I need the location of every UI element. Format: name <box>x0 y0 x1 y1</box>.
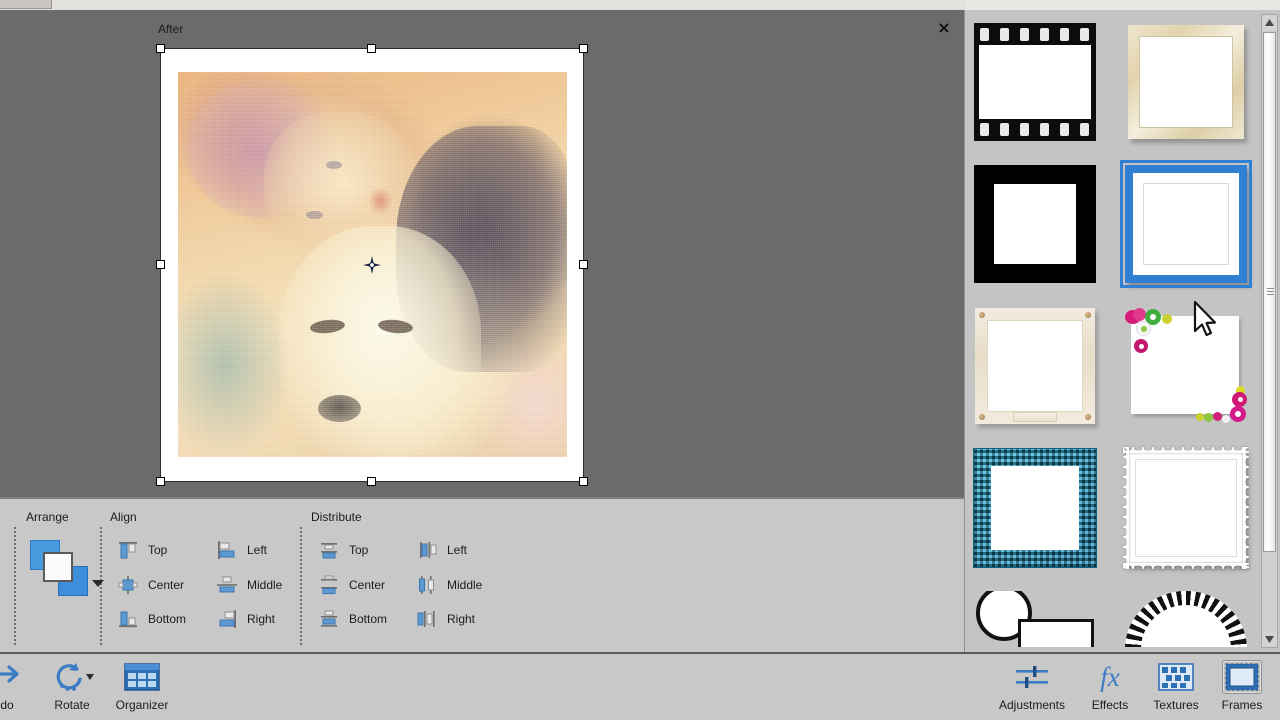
radial-burst-frame-icon <box>1125 591 1247 647</box>
align-middle-label: Middle <box>247 578 283 592</box>
organizer-grid-icon <box>105 658 179 696</box>
resize-handle-bottom-left[interactable] <box>156 477 165 486</box>
organizer-label: Organizer <box>115 698 169 712</box>
scroll-up-arrow-icon[interactable] <box>1262 15 1277 30</box>
organizer-button[interactable]: Organizer <box>105 658 179 718</box>
resize-handle-bottom-right[interactable] <box>579 477 588 486</box>
distribute-middle-button[interactable]: Middle <box>416 575 482 595</box>
align-center-button[interactable]: Center <box>117 575 184 595</box>
distribute-left-label: Left <box>447 543 468 557</box>
align-section-title: Align <box>110 510 137 524</box>
frame-thumb-gold-vintage[interactable] <box>1125 23 1247 141</box>
resize-handle-top-center[interactable] <box>367 44 376 53</box>
align-bottom-label: Bottom <box>148 612 187 626</box>
distribute-left-button[interactable]: Left <box>416 540 467 560</box>
flower-corner-frame-icon <box>1125 308 1247 424</box>
gold-vintage-frame-icon <box>1128 25 1244 139</box>
frame-thumb-teal-plaid[interactable] <box>974 449 1096 567</box>
frame-icon <box>1205 658 1279 696</box>
align-top-label: Top <box>148 543 168 557</box>
top-strip-right <box>965 0 1280 10</box>
arrange-section-title: Arrange <box>26 510 69 524</box>
effects-label: Effects <box>1091 698 1129 712</box>
distribute-right-button[interactable]: Right <box>416 609 475 629</box>
rotate-icon <box>35 658 109 696</box>
align-right-button[interactable]: Right <box>216 609 275 629</box>
distribute-bottom-button[interactable]: Bottom <box>318 609 387 629</box>
scroll-down-arrow-icon[interactable] <box>1262 632 1277 647</box>
divider-arrange <box>14 527 16 645</box>
textures-label: Textures <box>1153 698 1199 712</box>
top-strip <box>0 0 1280 10</box>
frame-thumb-speech-bubble[interactable] <box>974 591 1096 647</box>
frames-button[interactable]: Frames <box>1205 658 1279 718</box>
align-left-label: Left <box>247 543 268 557</box>
frame-thumb-film-strip[interactable] <box>974 23 1096 141</box>
thick-black-frame-icon <box>974 165 1096 283</box>
arrange-stack-button[interactable] <box>30 540 104 596</box>
divider-distribute <box>300 527 302 645</box>
frame-thumb-wood-tack[interactable] <box>974 307 1096 425</box>
rotate-button[interactable]: Rotate <box>35 658 109 718</box>
app-root: After × Arrange Align Distribute Top Cen… <box>0 0 1280 720</box>
resize-handle-middle-left[interactable] <box>156 260 165 269</box>
scrollbar-thumb[interactable] <box>1263 32 1276 552</box>
resize-handle-middle-right[interactable] <box>579 260 588 269</box>
stamp-edge-frame-icon <box>1126 450 1246 566</box>
center-registration-icon[interactable] <box>363 256 381 274</box>
frame-thumb-radial-burst[interactable] <box>1125 591 1247 647</box>
close-icon[interactable]: × <box>934 18 954 38</box>
distribute-center-label: Center <box>349 578 386 592</box>
align-left-button[interactable]: Left <box>216 540 267 560</box>
frame-thumb-blue-border[interactable] <box>1120 160 1252 288</box>
frames-scrollbar[interactable] <box>1261 14 1278 648</box>
frames-grid <box>970 15 1258 647</box>
distribute-bottom-label: Bottom <box>349 612 388 626</box>
resize-handle-top-right[interactable] <box>579 44 588 53</box>
frames-label: Frames <box>1221 698 1263 712</box>
distribute-middle-label: Middle <box>447 578 483 592</box>
blue-border-frame-icon <box>1125 165 1247 283</box>
sliders-icon <box>995 658 1069 696</box>
textures-button[interactable]: Textures <box>1139 658 1213 718</box>
film-strip-frame-icon <box>974 23 1096 141</box>
arrange-square-selected <box>43 552 73 582</box>
view-label-after: After <box>158 22 184 36</box>
distribute-right-label: Right <box>447 612 476 626</box>
align-bottom-button[interactable]: Bottom <box>117 609 186 629</box>
svg-text:fx: fx <box>1100 662 1120 692</box>
speech-bubble-frame-icon <box>974 591 1096 647</box>
effects-button[interactable]: fx Effects <box>1073 658 1147 718</box>
distribute-top-label: Top <box>349 543 369 557</box>
frames-panel <box>964 10 1280 652</box>
resize-handle-bottom-center[interactable] <box>367 477 376 486</box>
adjustments-label: Adjustments <box>998 698 1066 712</box>
canvas-area[interactable]: After × <box>0 10 964 497</box>
teal-plaid-frame-icon <box>974 449 1096 567</box>
fx-icon: fx <box>1073 658 1147 696</box>
textures-grid-icon <box>1139 658 1213 696</box>
scrollbar-grip-icon <box>1267 288 1274 296</box>
arrange-dropdown-caret-icon[interactable] <box>92 580 104 587</box>
distribute-top-button[interactable]: Top <box>318 540 368 560</box>
distribute-center-button[interactable]: Center <box>318 575 385 595</box>
selected-photo-object[interactable] <box>156 44 588 486</box>
align-top-button[interactable]: Top <box>117 540 167 560</box>
rotate-label: Rotate <box>54 698 90 712</box>
bottom-toolbar: do Rotate Organizer Adjustments fx Effec… <box>0 652 1280 720</box>
adjustments-button[interactable]: Adjustments <box>995 658 1069 718</box>
frame-thumb-flower-corner[interactable] <box>1125 307 1247 425</box>
frame-thumb-thick-black[interactable] <box>974 165 1096 283</box>
align-center-label: Center <box>148 578 185 592</box>
wood-tack-frame-icon <box>975 308 1095 424</box>
frames-scroll-area[interactable] <box>970 15 1258 647</box>
resize-handle-top-left[interactable] <box>156 44 165 53</box>
document-tab-stub[interactable] <box>0 0 52 9</box>
frame-thumb-stamp-edge[interactable] <box>1125 449 1247 567</box>
align-right-label: Right <box>247 612 276 626</box>
distribute-section-title: Distribute <box>311 510 362 524</box>
align-middle-button[interactable]: Middle <box>216 575 282 595</box>
